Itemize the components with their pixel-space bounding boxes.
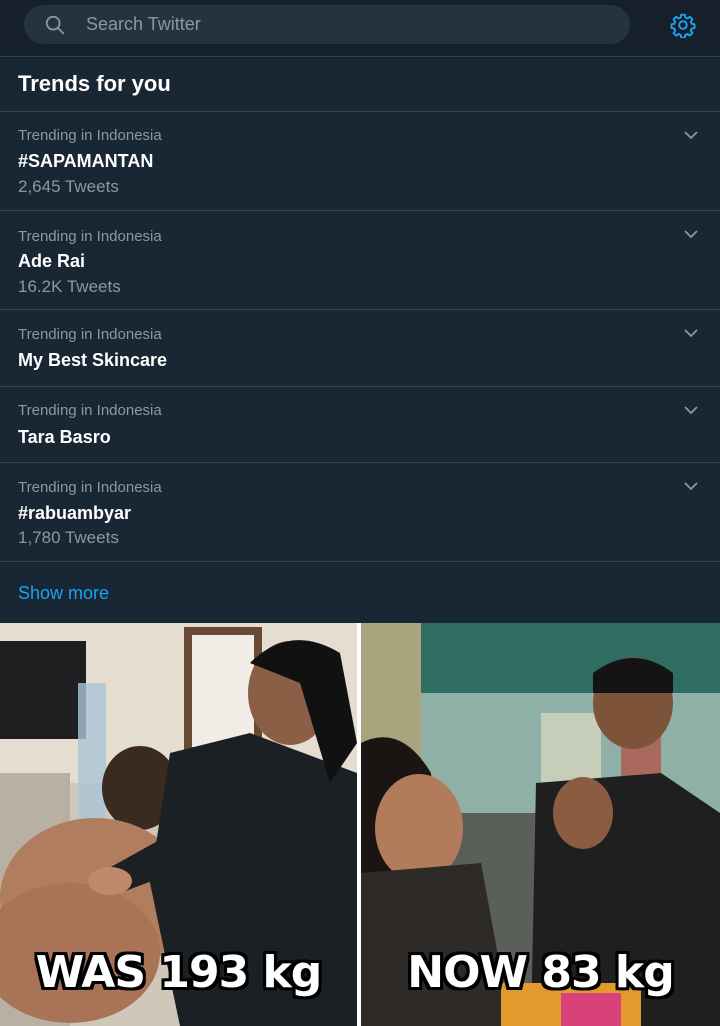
trend-name: Tara Basro <box>18 427 111 447</box>
after-photo: NOW 83 kg <box>361 623 720 1026</box>
trend-context: Trending in Indonesia <box>18 228 162 245</box>
show-more-link[interactable]: Show more <box>18 583 109 604</box>
trends-panel: Trends for you Trending in Indonesia #SA… <box>0 58 720 623</box>
trend-count: 1,780 Tweets <box>18 528 119 547</box>
trend-context: Trending in Indonesia <box>18 326 162 343</box>
trend-context: Trending in Indonesia <box>18 402 162 419</box>
trend-count: 2,645 Tweets <box>18 177 119 196</box>
trend-count: 16.2K Tweets <box>18 277 121 296</box>
trend-name: #SAPAMANTAN <box>18 151 154 171</box>
trend-item[interactable]: Trending in Indonesia #rabuambyar 1,780 … <box>0 463 720 562</box>
trend-name: My Best Skincare <box>18 350 168 370</box>
before-photo: WAS 193 kg <box>0 623 357 1026</box>
search-box[interactable] <box>24 5 630 44</box>
search-input[interactable] <box>86 5 606 44</box>
trend-item[interactable]: Trending in Indonesia Tara Basro <box>0 387 720 463</box>
chevron-down-icon[interactable] <box>682 225 700 243</box>
trend-name: Ade Rai <box>18 251 86 271</box>
trends-header: Trends for you <box>0 58 720 112</box>
trend-item[interactable]: Trending in Indonesia Ade Rai 16.2K Twee… <box>0 211 720 310</box>
trend-item[interactable]: Trending in Indonesia #SAPAMANTAN 2,645 … <box>0 112 720 211</box>
trend-context: Trending in Indonesia <box>18 479 162 496</box>
trends-title: Trends for you <box>18 71 171 96</box>
search-icon <box>45 15 65 35</box>
trend-name: #rabuambyar <box>18 503 132 523</box>
gear-icon[interactable] <box>670 12 696 38</box>
chevron-down-icon[interactable] <box>682 324 700 342</box>
chevron-down-icon[interactable] <box>682 126 700 144</box>
trend-context: Trending in Indonesia <box>18 127 162 144</box>
chevron-down-icon[interactable] <box>682 477 700 495</box>
before-after-image[interactable]: WAS 193 kg NOW 83 kg <box>0 623 720 1026</box>
after-caption: NOW 83 kg <box>407 947 674 998</box>
top-bar <box>0 0 720 57</box>
trend-item[interactable]: Trending in Indonesia My Best Skincare <box>0 310 720 387</box>
chevron-down-icon[interactable] <box>682 401 700 419</box>
before-caption: WAS 193 kg <box>35 947 323 998</box>
